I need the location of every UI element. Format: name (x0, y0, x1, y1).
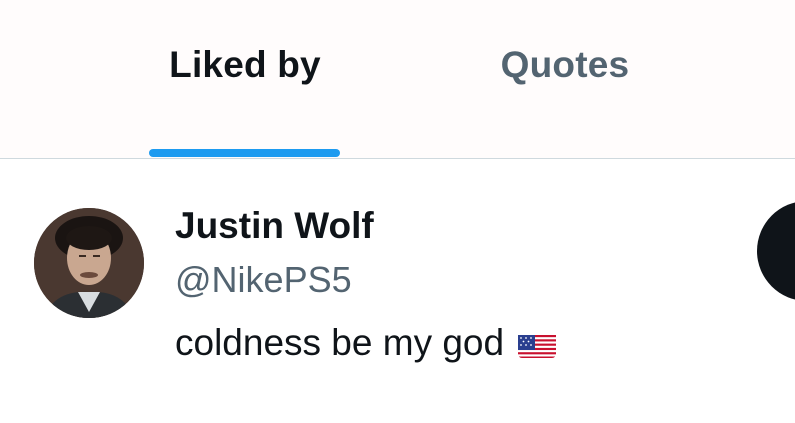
active-tab-indicator (149, 149, 340, 157)
tab-quotes-label: Quotes (500, 44, 630, 85)
user-list-item[interactable]: Justin Wolf @NikePS5 coldness be my god (0, 159, 795, 423)
user-avatar[interactable] (34, 208, 144, 318)
avatar-photo-icon (34, 208, 144, 318)
tab-liked-by[interactable]: Liked by (110, 0, 380, 158)
user-handle[interactable]: @NikePS5 (175, 259, 352, 301)
user-bio-text: coldness be my god (175, 322, 505, 363)
follow-button[interactable] (757, 201, 795, 301)
liked-by-screen: Liked by Quotes Justin Wolf @NikePS5 col (0, 0, 795, 423)
tab-bar: Liked by Quotes (0, 0, 795, 159)
user-display-name[interactable]: Justin Wolf (175, 205, 374, 247)
us-flag-icon (518, 330, 557, 358)
user-bio: coldness be my god (175, 322, 557, 364)
tab-quotes[interactable]: Quotes (430, 0, 700, 158)
tab-liked-by-label: Liked by (169, 44, 321, 85)
